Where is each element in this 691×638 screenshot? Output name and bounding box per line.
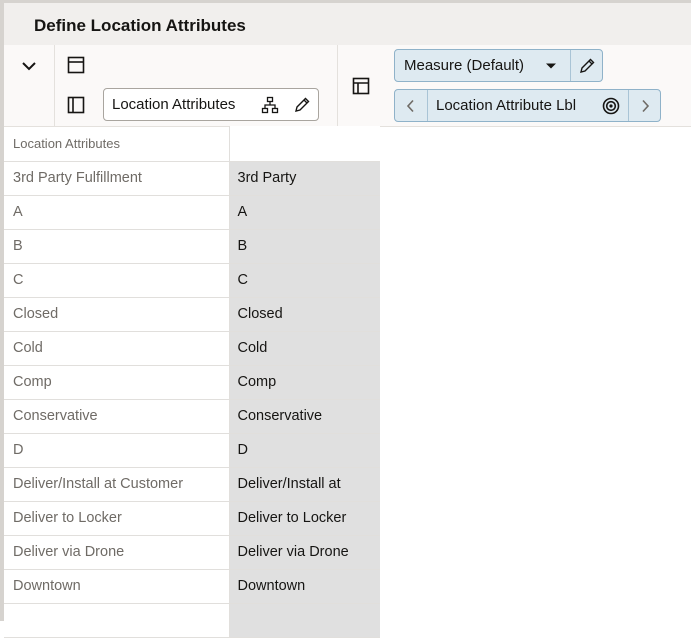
row-label-cell: 3rd Party Fulfillment <box>4 161 230 196</box>
toolbar-separator <box>337 45 338 126</box>
value-cell[interactable]: C <box>229 263 380 298</box>
row-label-cell: Comp <box>4 365 230 400</box>
table-row[interactable]: Comp Comp <box>4 365 380 400</box>
caret-down-icon <box>546 63 556 68</box>
value-cell[interactable]: Deliver to Locker <box>229 501 380 536</box>
pill-divider <box>570 50 571 81</box>
value-cell[interactable]: Closed <box>229 297 380 332</box>
table-row[interactable]: CC <box>4 263 380 298</box>
row-label-cell: Closed <box>4 297 230 332</box>
rows-dimension-label: Location Attributes <box>112 96 236 113</box>
hierarchy-button[interactable] <box>256 89 284 120</box>
row-label-cell: A <box>4 195 230 230</box>
row-label-cell: Cold <box>4 331 230 366</box>
table-row[interactable]: Deliver to Locker Deliver to Locker <box>4 501 380 536</box>
row-label-cell: B <box>4 229 230 264</box>
row-label-cell: Deliver to Locker <box>4 501 230 536</box>
panel-left-icon <box>67 96 85 114</box>
table-row[interactable]: Downtown Downtown <box>4 569 380 604</box>
table-row[interactable]: Closed Closed <box>4 297 380 332</box>
toolbar-separator <box>54 45 55 126</box>
measure-pill[interactable]: Measure (Default) <box>394 49 603 82</box>
hierarchy-icon <box>261 96 279 113</box>
collapse-toggle-button[interactable] <box>18 55 40 77</box>
row-label-cell <box>4 603 230 638</box>
table-row[interactable] <box>4 603 380 638</box>
edit-rows-button[interactable] <box>288 89 316 120</box>
pencil-icon <box>295 97 310 112</box>
pivot-swap-button[interactable] <box>350 75 372 97</box>
table-row[interactable]: Deliver/Install at Customer Deliver/Insta… <box>4 467 380 502</box>
target-icon <box>602 97 620 114</box>
pivot-icon <box>352 77 370 95</box>
rows-dimension-pill[interactable]: Location Attributes <box>103 88 319 121</box>
rows-layout-button[interactable] <box>66 95 86 115</box>
table-row[interactable]: Deliver via Drone Deliver via Drone <box>4 535 380 570</box>
table-row[interactable]: DD <box>4 433 380 468</box>
row-label-cell: Conservative <box>4 399 230 434</box>
value-cell[interactable]: Downtown <box>229 569 380 604</box>
value-cell[interactable]: Cold <box>229 331 380 366</box>
pivot-toolbar: Location Attributes Measure (Default) Lo… <box>4 45 691 127</box>
value-cell[interactable]: 3rd Party <box>229 161 380 196</box>
previous-button[interactable] <box>395 90 427 121</box>
columns-dimension-pill[interactable]: Location Attribute Lbl <box>394 89 661 122</box>
row-label-cell: Downtown <box>4 569 230 604</box>
value-cell[interactable]: B <box>229 229 380 264</box>
page-title: Define Location Attributes <box>34 16 246 35</box>
value-cell[interactable] <box>229 603 380 638</box>
title-bar: Define Location Attributes <box>0 0 691 45</box>
row-header-title: Location Attributes <box>4 126 230 162</box>
chevron-left-icon <box>406 99 414 112</box>
table-row[interactable]: Conservative Conservative <box>4 399 380 434</box>
value-cell[interactable]: D <box>229 433 380 468</box>
value-cell[interactable]: Conservative <box>229 399 380 434</box>
panel-top-icon <box>67 56 85 74</box>
value-cell[interactable]: Deliver via Drone <box>229 535 380 570</box>
table-row[interactable]: 3rd Party Fulfillment 3rd Party <box>4 161 380 196</box>
value-cell[interactable]: Deliver/Install at <box>229 467 380 502</box>
target-button[interactable] <box>597 90 625 121</box>
measure-label: Measure (Default) <box>404 57 525 74</box>
table-row[interactable]: BB <box>4 229 380 264</box>
row-label-cell: Deliver via Drone <box>4 535 230 570</box>
pencil-icon <box>580 58 595 73</box>
edit-measure-button[interactable] <box>573 50 601 81</box>
next-button[interactable] <box>629 90 661 121</box>
grid-header-row: Location Attributes <box>4 126 380 162</box>
column-header-cell <box>229 126 380 162</box>
value-cell[interactable]: A <box>229 195 380 230</box>
table-row[interactable]: Cold Cold <box>4 331 380 366</box>
columns-layout-button[interactable] <box>66 55 86 75</box>
row-label-cell: D <box>4 433 230 468</box>
value-cell[interactable]: Comp <box>229 365 380 400</box>
pill-divider <box>427 90 428 121</box>
row-label-cell: C <box>4 263 230 298</box>
chevron-right-icon <box>642 99 650 112</box>
measure-dropdown-button[interactable] <box>539 50 563 81</box>
row-label-cell: Deliver/Install at Customer <box>4 467 230 502</box>
attributes-grid: Location Attributes 3rd Party Fulfillmen… <box>4 126 380 638</box>
chevron-down-icon <box>22 62 36 71</box>
table-row[interactable]: AA <box>4 195 380 230</box>
columns-dimension-label: Location Attribute Lbl <box>436 97 577 114</box>
